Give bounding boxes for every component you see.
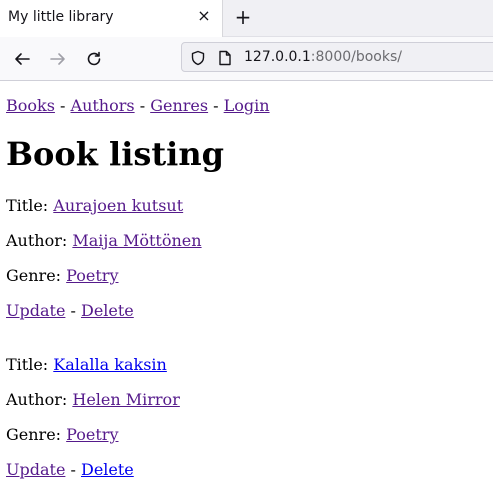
nav-separator: - [208, 96, 224, 115]
book-title-link[interactable]: Kalalla kaksin [53, 355, 167, 374]
action-separator: - [65, 460, 81, 479]
genre-label: Genre: [6, 266, 67, 285]
title-label: Title: [6, 355, 54, 374]
page-title: Book listing [6, 135, 224, 173]
site-nav: Books - Authors - Genres - Login [6, 96, 270, 115]
book-title-link[interactable]: Aurajoen kutsut [53, 196, 183, 215]
shield-icon[interactable] [190, 50, 206, 70]
nav-separator: - [54, 96, 71, 115]
reload-icon[interactable] [83, 48, 105, 70]
nav-books-link[interactable]: Books [6, 96, 55, 115]
navigation-toolbar: 127.0.0.1:8000/books/ [0, 37, 493, 81]
update-link[interactable]: Update [6, 301, 65, 320]
page-icon[interactable] [218, 50, 232, 70]
tab-strip: My little library × + [0, 0, 493, 37]
book-author-row: Author: Helen Mirror [6, 390, 180, 409]
book-author-link[interactable]: Helen Mirror [72, 390, 179, 409]
url-path: :8000/books/ [310, 49, 402, 65]
back-icon[interactable] [11, 48, 33, 70]
tab-title: My little library [8, 9, 114, 25]
new-tab-icon[interactable]: + [232, 6, 254, 28]
action-separator: - [65, 301, 81, 320]
delete-link[interactable]: Delete [81, 301, 134, 320]
forward-icon[interactable] [47, 48, 69, 70]
book-genre-link[interactable]: Poetry [66, 425, 118, 444]
book-actions-row: Update - Delete [6, 301, 134, 320]
book-genre-row: Genre: Poetry [6, 425, 119, 444]
delete-link[interactable]: Delete [81, 460, 134, 479]
book-author-link[interactable]: Maija Möttönen [72, 231, 201, 250]
book-genre-row: Genre: Poetry [6, 266, 119, 285]
close-tab-icon[interactable]: × [194, 6, 214, 26]
book-title-row: Title: Aurajoen kutsut [6, 196, 183, 215]
nav-separator: - [134, 96, 151, 115]
book-title-row: Title: Kalalla kaksin [6, 355, 167, 374]
update-link[interactable]: Update [6, 460, 65, 479]
url-text[interactable]: 127.0.0.1:8000/books/ [244, 49, 402, 65]
browser-tab[interactable]: My little library × [0, 0, 223, 37]
nav-genres-link[interactable]: Genres [150, 96, 208, 115]
author-label: Author: [6, 390, 73, 409]
author-label: Author: [6, 231, 73, 250]
title-label: Title: [6, 196, 54, 215]
book-actions-row: Update - Delete [6, 460, 134, 479]
nav-authors-link[interactable]: Authors [71, 96, 135, 115]
book-author-row: Author: Maija Möttönen [6, 231, 202, 250]
genre-label: Genre: [6, 425, 67, 444]
book-genre-link[interactable]: Poetry [66, 266, 118, 285]
address-bar[interactable]: 127.0.0.1:8000/books/ [181, 42, 493, 72]
url-host: 127.0.0.1 [244, 49, 311, 65]
nav-login-link[interactable]: Login [224, 96, 270, 115]
